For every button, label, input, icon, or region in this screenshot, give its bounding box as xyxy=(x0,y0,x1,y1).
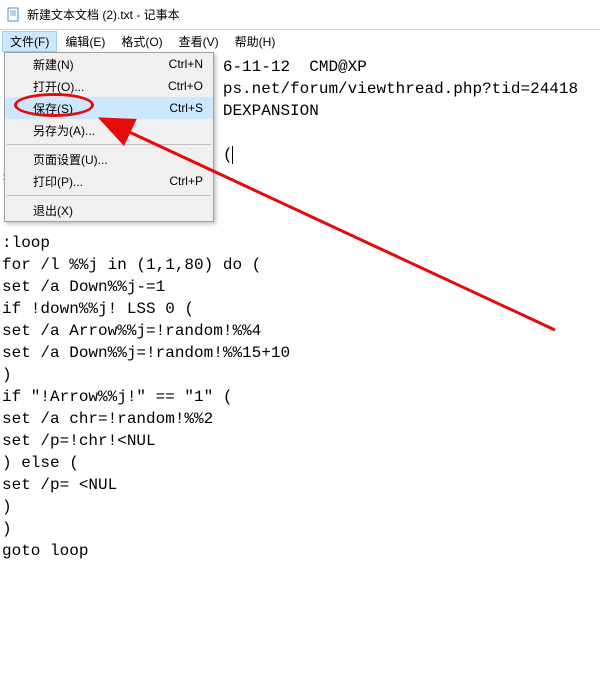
menu-item-shortcut: Ctrl+N xyxy=(169,57,203,71)
menu-item-shortcut: Ctrl+S xyxy=(169,101,203,115)
editor-line: ) xyxy=(2,364,600,386)
menu-item[interactable]: 另存为(A)... xyxy=(5,119,213,141)
menu-item-label: 打开(O)... xyxy=(33,78,158,95)
editor-line: ) xyxy=(2,496,600,518)
menu-item-label: 页面设置(U)... xyxy=(33,151,193,168)
menu-separator xyxy=(7,195,211,196)
menu-help[interactable]: 帮助(H) xyxy=(227,31,284,52)
titlebar: 新建文本文档 (2).txt - 记事本 xyxy=(0,0,600,30)
menu-item[interactable]: 保存(S) Ctrl+S xyxy=(5,97,213,119)
menubar: 文件(F) 编辑(E) 格式(O) 查看(V) 帮助(H) xyxy=(0,30,600,52)
menu-item-label: 另存为(A)... xyxy=(33,122,193,139)
menu-item[interactable]: 新建(N) Ctrl+N xyxy=(5,53,213,75)
menu-view[interactable]: 查看(V) xyxy=(171,31,227,52)
editor-line: ) else ( xyxy=(2,452,600,474)
menu-separator xyxy=(7,144,211,145)
editor-line: goto loop xyxy=(2,540,600,562)
file-dropdown: 新建(N) Ctrl+N 打开(O)... Ctrl+O 保存(S) Ctrl+S 另存为(… xyxy=(4,52,214,222)
editor-line: set /a Down%%j=!random!%%15+10 xyxy=(2,342,600,364)
editor-line: set /a Down%%j-=1 xyxy=(2,276,600,298)
menu-format[interactable]: 格式(O) xyxy=(113,31,170,52)
menu-item[interactable]: 打开(O)... Ctrl+O xyxy=(5,75,213,97)
editor-line: if "!Arrow%%j!" == "1" ( xyxy=(2,386,600,408)
editor-line: for /l %%j in (1,1,80) do ( xyxy=(2,254,600,276)
menu-item[interactable]: 退出(X) xyxy=(5,199,213,221)
title-text: 新建文本文档 (2).txt - 记事本 xyxy=(27,6,180,23)
editor-line: ) xyxy=(2,518,600,540)
menu-item-shortcut: Ctrl+O xyxy=(168,79,203,93)
menu-item-shortcut: Ctrl+P xyxy=(169,174,203,188)
menu-item[interactable]: 页面设置(U)... xyxy=(5,148,213,170)
editor-line: :loop xyxy=(2,232,600,254)
menu-file[interactable]: 文件(F) xyxy=(2,31,57,52)
menu-edit[interactable]: 编辑(E) xyxy=(57,31,113,52)
menu-item-label: 打印(P)... xyxy=(33,173,159,190)
menu-item-label: 退出(X) xyxy=(33,202,193,219)
editor-line: set /a chr=!random!%%2 xyxy=(2,408,600,430)
editor-line: set /p= <NUL xyxy=(2,474,600,496)
menu-item-label: 保存(S) xyxy=(33,100,159,117)
editor-line: if !down%%j! LSS 0 ( xyxy=(2,298,600,320)
editor-line: set /a Arrow%%j=!random!%%4 xyxy=(2,320,600,342)
editor-line: set /p=!chr!<NUL xyxy=(2,430,600,452)
text-cursor xyxy=(232,146,233,164)
menu-item-label: 新建(N) xyxy=(33,56,159,73)
notepad-icon xyxy=(6,7,22,23)
menu-item[interactable]: 打印(P)... Ctrl+P xyxy=(5,170,213,192)
